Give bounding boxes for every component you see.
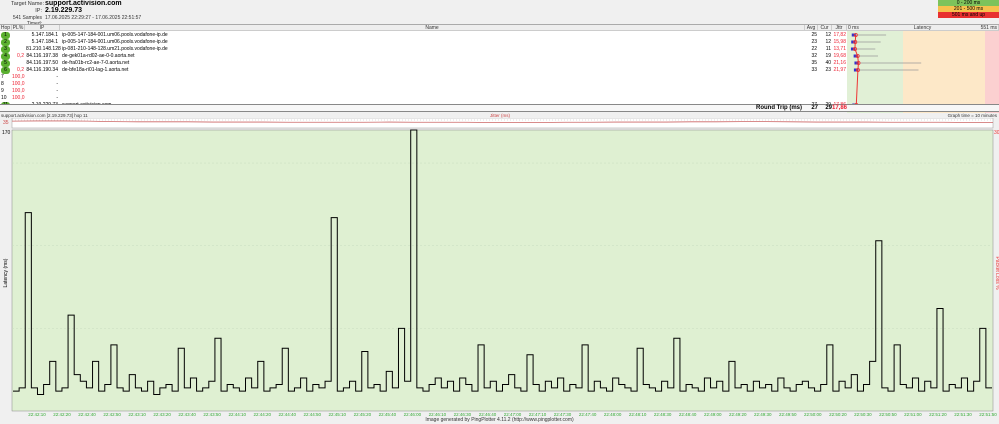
hop-avg: 33 [811,67,817,73]
hop-number: 4 [1,53,10,60]
hop-ip: 84.116.190.34 [26,67,58,73]
hop-row[interactable]: 1 5.147.184.1 ip-005-147-184-001.um06.po… [0,32,847,39]
round-trip-row: Round Trip (ms) 27 29 17,86 [0,104,999,112]
hop-number: 3 [1,46,10,53]
hop-ip: 84.116.197.50 [26,60,58,66]
legend-item: 501 ms and up [938,12,999,18]
hop-avg: 32 [811,53,817,59]
hop-avg: 25 [811,32,817,38]
hop-jitter: 17,82 [833,32,846,38]
hop-row[interactable]: 3 81.210.148.128 ip-081-210-148-128.um21… [0,46,847,53]
hop-cur: 40 [825,60,831,66]
hop-number: 6 [1,67,10,74]
hop-jitter: 13,71 [833,46,846,52]
hop-row[interactable]: 2 5.147.184.1 ip-005-147-184-001.um06.po… [0,39,847,46]
target-ip: 2.19.229.73 [45,7,82,14]
col-hop[interactable]: Hop [0,25,12,31]
hop-cur: 11 [825,46,831,52]
target-name-label: Target Name: [10,1,44,7]
hop-cur: 12 [825,39,831,45]
latency-chart: 3517030Latency (ms)Packet Loss %22:42:10… [0,118,999,417]
hop-ip: - [56,81,58,87]
round-trip-jitter: 17,86 [832,105,848,111]
hop-name: ip-081-210-148-128.um21.pools.vodafone-i… [62,46,168,52]
target-header: Target Name: support.activision.com IP: … [0,0,999,27]
y-top-label: 170 [2,130,11,136]
hop-jitter: 21,16 [833,60,846,66]
hop-name: ip-005-147-184-001.um06.pools.vodafone-i… [62,39,168,45]
ip-label: IP: [35,8,42,14]
hop-pl: 0,2 [17,53,24,59]
footer-credit: Image generated by PingPlotter 4.11.2 (h… [425,417,574,423]
hop-number: 7 [1,74,4,80]
jitter-graph-bg [11,118,994,129]
hop-number: 2 [1,39,10,46]
hop-number: 10 [1,95,7,101]
hop-number: 1 [1,32,10,39]
zone-bad [985,31,999,113]
y2-top-label: 30 [994,130,999,136]
hop-pl: 100,0 [12,88,25,94]
hop-pl: 100,0 [12,81,25,87]
hop-row[interactable]: 4 0,2 84.116.197.38 de-gek01a-rd02-ae-0-… [0,53,847,60]
hop-latency-graph [847,31,999,113]
hop-avg: 35 [811,60,817,66]
hop-row[interactable]: 8 100,0 - [0,81,847,88]
hop-pl: 100,0 [12,95,25,101]
hop-pl: 0,2 [17,67,24,73]
hop-row[interactable]: 7 100,0 - [0,74,847,81]
hop-cur: 23 [825,67,831,73]
col-jitter[interactable]: Jttr [832,25,847,31]
hop-avg: 23 [811,39,817,45]
hop-cur: 19 [825,53,831,59]
col-name[interactable]: Name [60,25,805,31]
hop-jitter: 19,68 [833,53,846,59]
sample-range: 17.06.2025 22:29:27 - 17.06.2025 22:51:5… [45,15,142,21]
round-trip-label: Round Trip (ms) [756,105,802,111]
y2-axis-label: Packet Loss % [994,256,999,290]
hop-jitter: 15,98 [833,39,846,45]
y-axis-label: Latency (ms) [3,258,9,287]
hop-row[interactable]: 10 100,0 - [0,95,847,102]
hop-ip: 81.210.148.128 [26,46,61,52]
hop-jitter: 21,97 [833,67,846,73]
hop-avg: 22 [811,46,817,52]
hop-cur: 12 [825,32,831,38]
hop-ip: - [56,88,58,94]
hop-ip: 5.147.184.1 [31,32,58,38]
col-ip[interactable]: IP [25,25,60,31]
hop-number: 9 [1,88,4,94]
hop-pl: 100,0 [12,74,25,80]
hop-number: 5 [1,60,10,67]
col-cur[interactable]: Cur [818,25,832,31]
hop-ip: 5.147.184.1 [31,39,58,45]
hop-name: ip-005-147-184-001.um06.pools.vodafone-i… [62,32,168,38]
latency-plot-area [11,129,994,412]
hop-number: 8 [1,81,4,87]
target-name: support.activision.com [45,0,122,7]
hop-row[interactable]: 5 84.116.197.50 de-fra01b-rc2-ae-7-0.aor… [0,60,847,67]
hop-row[interactable]: 6 0,2 84.116.190.34 de-bfe18a-ri01-lag-1… [0,67,847,74]
round-trip-cur: 29 [825,105,832,111]
hop-name: de-fra01b-rc2-ae-7-0.aorta.net [62,60,130,66]
hop-ip: 84.116.197.38 [26,53,58,59]
hop-ip: - [56,95,58,101]
col-avg[interactable]: Avg [805,25,818,31]
hop-name: de-bfe18a-ri01-lag-1.aorta.net [62,67,129,73]
col-pl[interactable]: PL% [12,25,25,31]
hop-row[interactable]: 9 100,0 - [0,88,847,95]
hop-name: de-gek01a-rd02-ae-0-0.aorta.net [62,53,135,59]
zone-warn [903,31,985,113]
round-trip-avg: 27 [811,105,818,111]
hop-ip: - [56,74,58,80]
hop-table: Hop PL% IP Name Avg Cur Jttr 0 ms Latenc… [0,24,999,113]
jitter-top-label: 35 [3,120,9,126]
